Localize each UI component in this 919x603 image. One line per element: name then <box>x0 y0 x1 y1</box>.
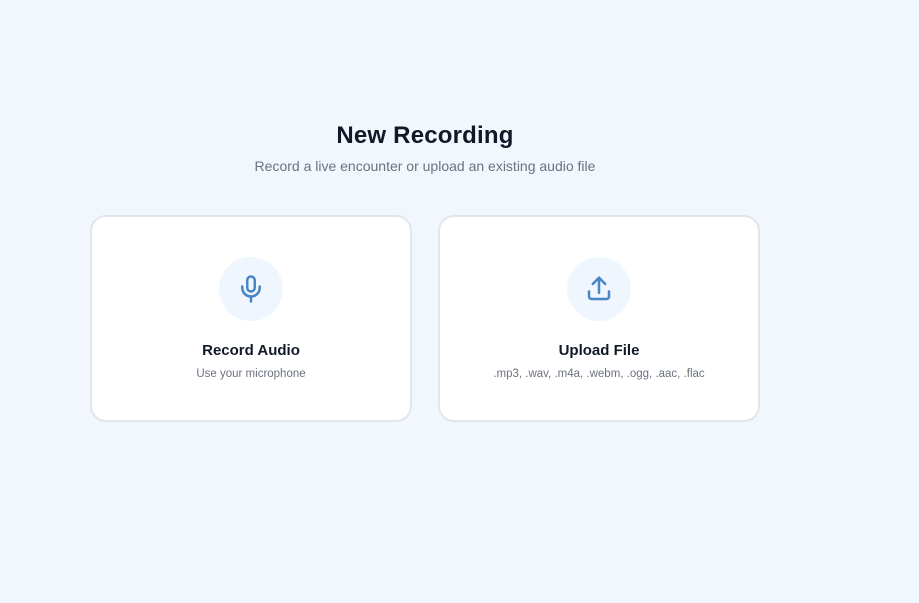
new-recording-page: New Recording Record a live encounter or… <box>0 0 919 603</box>
upload-file-card[interactable]: Upload File .mp3, .wav, .m4a, .webm, .og… <box>438 215 760 422</box>
record-audio-title: Record Audio <box>202 342 300 359</box>
page-subtitle: Record a live encounter or upload an exi… <box>254 158 596 174</box>
record-audio-subtitle: Use your microphone <box>196 368 306 380</box>
upload-file-subtitle: .mp3, .wav, .m4a, .webm, .ogg, .aac, .fl… <box>493 368 705 380</box>
recording-options: Record Audio Use your microphone Upload … <box>90 215 760 422</box>
upload-file-title: Upload File <box>558 342 640 359</box>
upload-file-icon-circle <box>567 257 631 321</box>
upload-icon <box>587 276 611 301</box>
microphone-icon <box>241 275 261 303</box>
record-audio-icon-circle <box>219 257 283 321</box>
page-title: New Recording <box>336 122 514 149</box>
record-audio-card[interactable]: Record Audio Use your microphone <box>90 215 412 422</box>
page-header: New Recording Record a live encounter or… <box>90 120 760 176</box>
